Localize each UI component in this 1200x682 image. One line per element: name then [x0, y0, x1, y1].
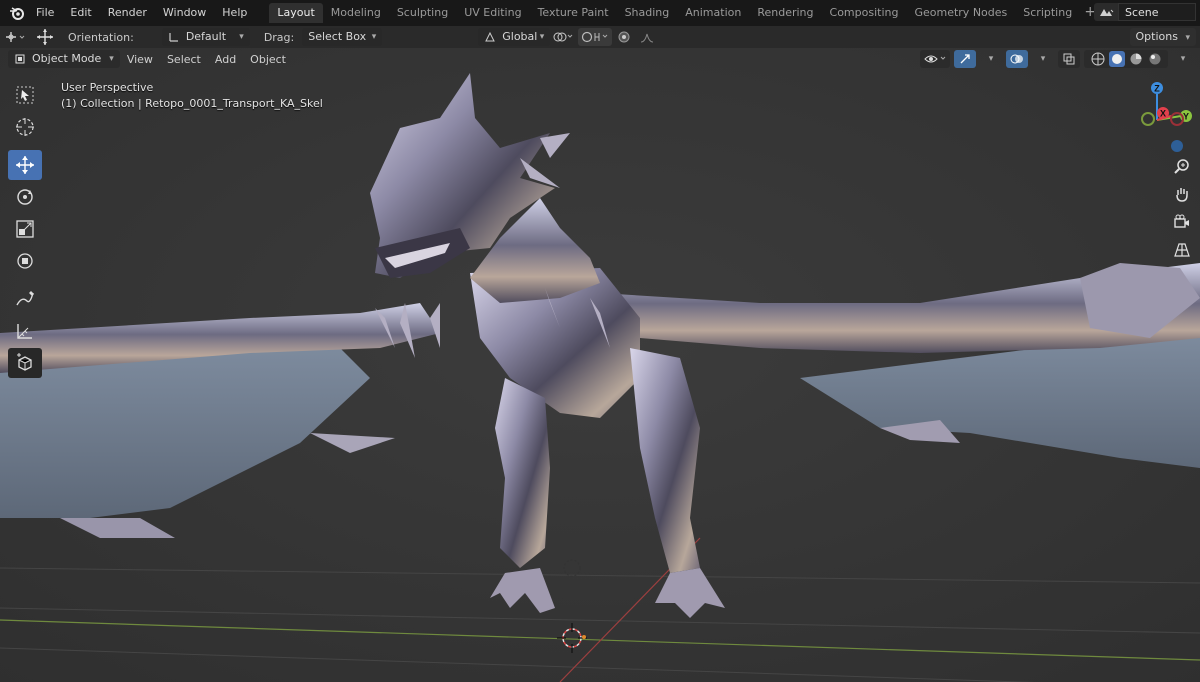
navigation-buttons: [1170, 154, 1194, 262]
chevron-down-icon[interactable]: ▾: [980, 50, 1002, 68]
origin-dot: [582, 635, 586, 639]
tab-uv-editing[interactable]: UV Editing: [456, 3, 529, 23]
rendered-shading-icon[interactable]: [1147, 51, 1163, 67]
scale-tool-icon[interactable]: [8, 214, 42, 244]
pan-hand-icon[interactable]: [1170, 182, 1194, 206]
chevron-down-icon: ▾: [1185, 33, 1190, 43]
neg-y-axis-icon[interactable]: [1141, 112, 1155, 126]
mode-value: Object Mode: [32, 52, 102, 65]
rotate-tool-icon[interactable]: [8, 182, 42, 212]
pivot-point-icon[interactable]: [550, 28, 578, 46]
menu-edit[interactable]: Edit: [62, 2, 99, 24]
x-axis-label: X: [1160, 109, 1166, 119]
drag-dropdown[interactable]: Select Box ▾: [302, 28, 383, 46]
mode-dropdown[interactable]: Object Mode ▾: [8, 50, 120, 68]
orientation-value: Default: [185, 30, 227, 43]
proportional-editing-icon[interactable]: [612, 28, 636, 46]
visibility-eye-icon[interactable]: [920, 50, 950, 68]
camera-view-icon[interactable]: [1170, 210, 1194, 234]
cursor-tool-icon[interactable]: [8, 112, 42, 142]
chevron-down-icon: ▾: [539, 32, 545, 42]
top-menu-bar: File Edit Render Window Help Layout Mode…: [0, 0, 1200, 26]
annotate-tool-icon[interactable]: [8, 284, 42, 314]
transform-tool-icon[interactable]: [8, 246, 42, 276]
viewport-info: User Perspective (1) Collection | Retopo…: [61, 80, 323, 112]
chevron-down-icon[interactable]: ▾: [1032, 50, 1054, 68]
tab-sculpting[interactable]: Sculpting: [389, 3, 456, 23]
orientation-icon: [169, 33, 178, 42]
transform-orientation-value: Global: [502, 30, 538, 43]
move-tool-icon[interactable]: [8, 150, 42, 180]
select-box-tool-icon[interactable]: [8, 80, 42, 110]
wireframe-shading-icon[interactable]: [1090, 51, 1106, 67]
tab-shading[interactable]: Shading: [617, 3, 678, 23]
overlays-icon[interactable]: [1006, 50, 1028, 68]
solid-shading-icon[interactable]: [1108, 51, 1125, 67]
scene-icon[interactable]: [1094, 3, 1118, 21]
material-shading-icon[interactable]: [1128, 51, 1144, 67]
tab-modeling[interactable]: Modeling: [323, 3, 389, 23]
menu-file[interactable]: File: [28, 2, 62, 24]
drag-value: Select Box: [308, 30, 367, 43]
viewport-header-right: ▾ ▾ ▾: [920, 50, 1194, 68]
viewport-header: Object Mode ▾ View Select Add Object ▾ ▾…: [0, 48, 1200, 70]
chevron-down-icon[interactable]: ▾: [1172, 50, 1194, 68]
tab-compositing[interactable]: Compositing: [822, 3, 907, 23]
menu-select[interactable]: Select: [160, 53, 208, 66]
zoom-icon[interactable]: [1170, 154, 1194, 178]
options-label: Options: [1135, 30, 1178, 43]
navigation-gizmo[interactable]: Z Y X: [1110, 78, 1200, 158]
add-cube-tool-icon[interactable]: [8, 348, 42, 378]
transform-pivot-icon[interactable]: [0, 28, 30, 46]
transform-orientation-dropdown[interactable]: Global ▾: [478, 28, 551, 46]
menu-add[interactable]: Add: [208, 53, 243, 66]
measure-tool-icon[interactable]: [8, 316, 42, 346]
view-name: User Perspective: [61, 81, 154, 94]
perspective-grid-icon[interactable]: [1170, 238, 1194, 262]
options-button[interactable]: Options ▾: [1129, 28, 1196, 46]
orientation-dropdown[interactable]: Default ▾: [161, 28, 250, 46]
snap-icon[interactable]: [578, 28, 613, 46]
tab-layout[interactable]: Layout: [269, 3, 323, 23]
drag-label: Drag:: [263, 30, 295, 44]
chevron-down-icon: ▾: [371, 32, 377, 42]
chevron-down-icon: ▾: [109, 54, 114, 64]
collection-info: (1) Collection | Retopo_0001_Transport_K…: [61, 97, 323, 110]
gizmo-toggle-icon[interactable]: [954, 50, 976, 68]
falloff-icon[interactable]: [636, 28, 660, 46]
workspace-tabs: Layout Modeling Sculpting UV Editing Tex…: [269, 0, 1100, 26]
tab-scripting[interactable]: Scripting: [1015, 3, 1080, 23]
neg-z-axis-icon[interactable]: [1171, 140, 1183, 152]
shading-mode-group: [1084, 50, 1168, 68]
menu-view[interactable]: View: [120, 53, 160, 66]
blender-logo-icon[interactable]: [6, 2, 28, 24]
object-mode-icon: [15, 54, 25, 64]
tool-shelf: [8, 80, 44, 380]
z-axis-label: Z: [1154, 84, 1160, 94]
3d-viewport[interactable]: [0, 48, 1200, 682]
move-tool-icon[interactable]: [30, 28, 60, 46]
tab-animation[interactable]: Animation: [677, 3, 749, 23]
menu-help[interactable]: Help: [214, 2, 255, 24]
menu-object[interactable]: Object: [243, 53, 293, 66]
tab-rendering[interactable]: Rendering: [749, 3, 821, 23]
axes-icon: [485, 31, 496, 42]
menu-render[interactable]: Render: [100, 2, 155, 24]
xray-toggle-icon[interactable]: [1058, 50, 1080, 68]
tool-settings-bar: Orientation: Default ▾ Drag: Select Box …: [0, 26, 1200, 48]
viewport-scene[interactable]: [0, 48, 1200, 682]
chevron-down-icon: ▾: [239, 32, 244, 42]
orientation-label: Orientation:: [68, 30, 134, 44]
tab-geometry-nodes[interactable]: Geometry Nodes: [906, 3, 1015, 23]
menu-window[interactable]: Window: [155, 2, 214, 24]
tab-texture-paint[interactable]: Texture Paint: [530, 3, 617, 23]
scene-name-field[interactable]: Scene: [1118, 3, 1196, 21]
scene-selector[interactable]: Scene: [1094, 3, 1196, 21]
